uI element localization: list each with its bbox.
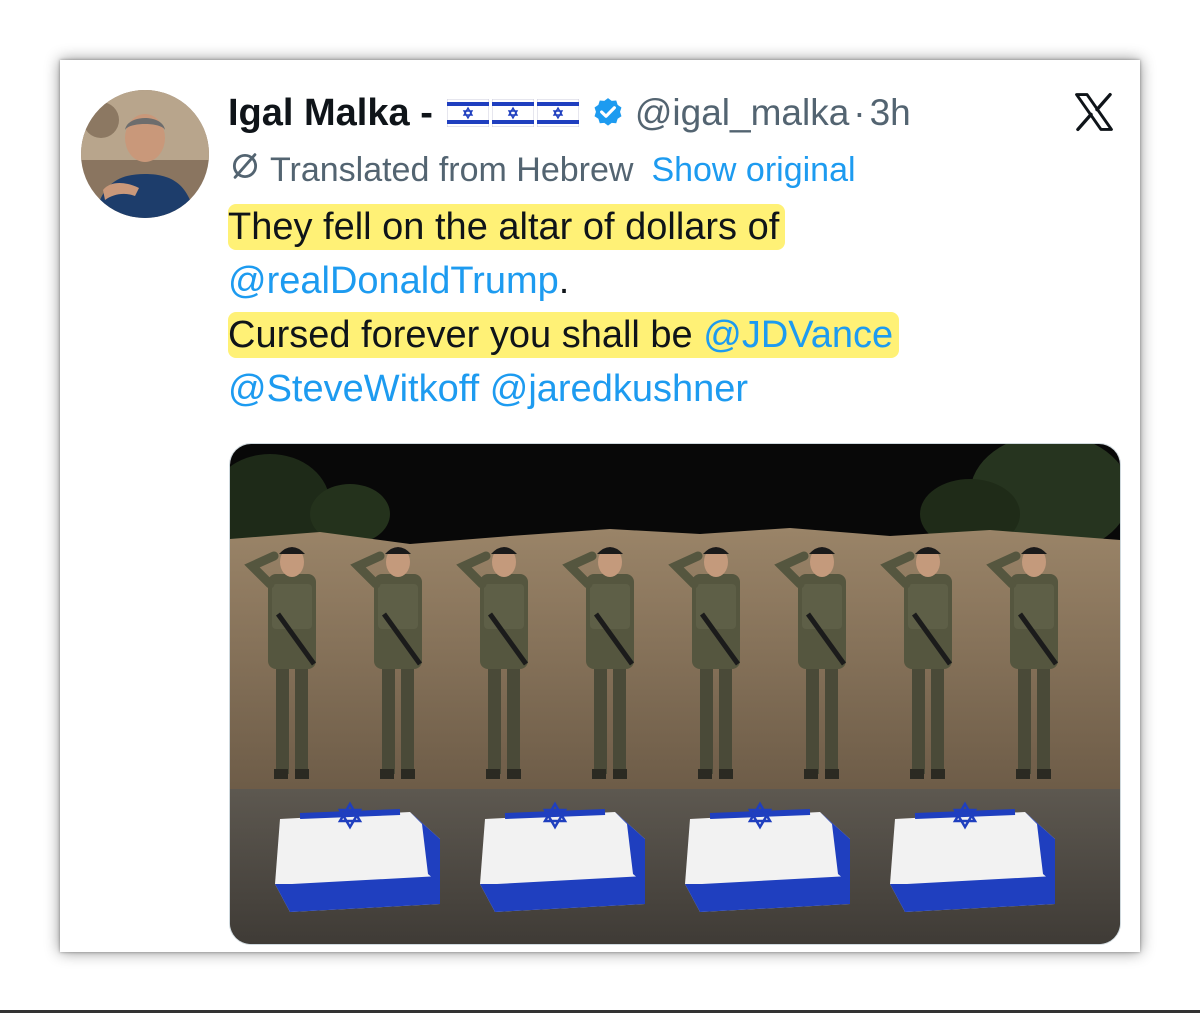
show-original-link[interactable]: Show original [651,151,855,190]
highlighted-text: Cursed forever you shall be @JDVance [228,312,900,358]
translate-slash-icon [228,149,262,192]
period-text: . [558,260,570,302]
tweet-line-2: @realDonaldTrump. [228,254,1108,308]
highlighted-text: They fell on the altar of dollars of [228,204,786,250]
flag-draped-coffin [685,801,850,912]
flag-draped-coffin [480,801,645,912]
avatar[interactable] [81,90,209,218]
verified-badge-icon [591,96,625,130]
translation-notice: Translated from Hebrew Show original [228,146,856,194]
israel-flag-icon [491,99,534,127]
mention-trump[interactable]: @realDonaldTrump [228,260,559,302]
tweet-text: They fell on the altar of dollars of @re… [228,200,1108,416]
flag-draped-coffin [275,801,440,912]
tweet-line-1: They fell on the altar of dollars of [228,200,1108,254]
mention-jdvance[interactable]: @JDVance [703,314,893,356]
tweet-card: Igal Malka - @igal_malka · 3h Translated… [60,60,1140,952]
mention-kushner[interactable]: @jaredkushner [490,368,748,410]
tweet-line-4: @SteveWitkoff @jaredkushner [228,362,1108,416]
cursed-text: Cursed forever you shall be [228,314,693,356]
author-handle[interactable]: @igal_malka [635,92,849,134]
tweet-timestamp[interactable]: 3h [870,92,911,134]
israel-flag-icon [536,99,579,127]
tweet-header: Igal Malka - @igal_malka · 3h [228,86,911,140]
translated-label: Translated from Hebrew [270,150,634,189]
israel-flag-icon [446,99,489,127]
separator-dot: · [853,92,866,133]
tweet-line-3: Cursed forever you shall be @JDVance [228,308,1108,362]
author-name[interactable]: Igal Malka - [228,92,433,135]
tweet-media[interactable] [229,443,1121,945]
mention-witkoff[interactable]: @SteveWitkoff [228,368,479,410]
flag-draped-coffin [890,801,1055,912]
x-logo-icon [1072,90,1116,134]
media-photo [230,444,1120,944]
flag-emojis [446,99,579,127]
avatar-image [81,90,209,218]
